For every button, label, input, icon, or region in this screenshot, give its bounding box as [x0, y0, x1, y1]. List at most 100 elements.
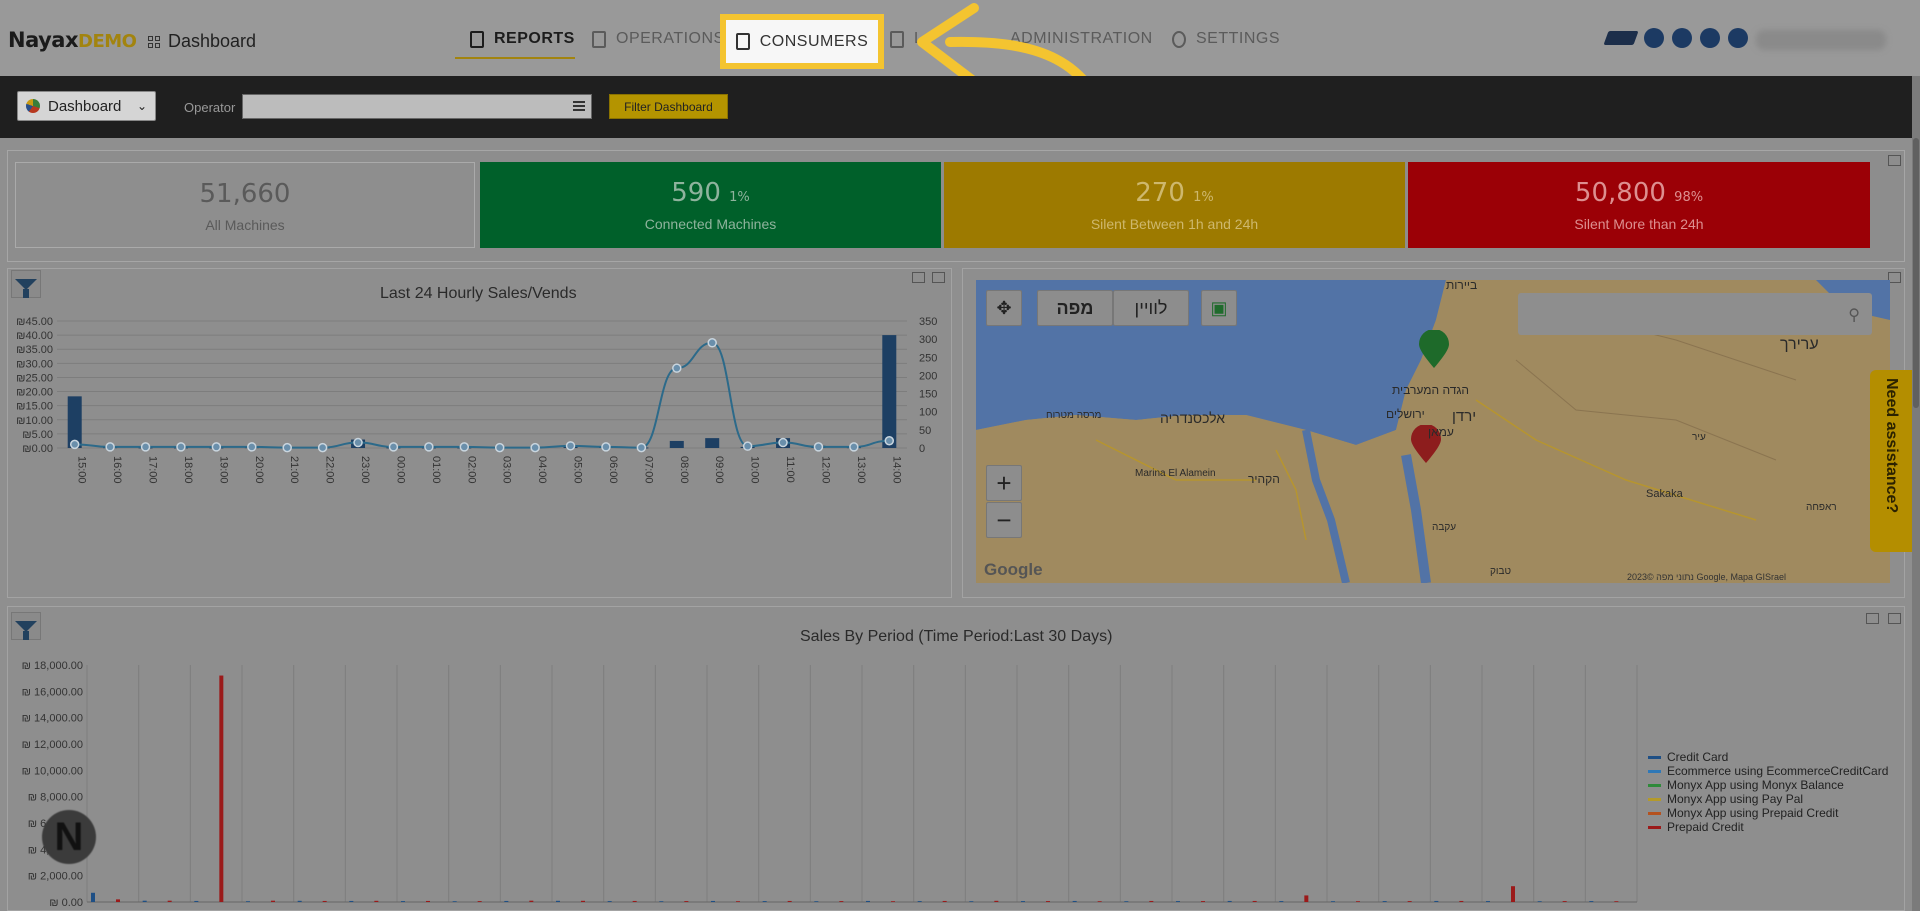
x-tick-label: 11:00 — [784, 456, 796, 483]
map-search-input[interactable]: ⚲ — [1518, 293, 1872, 335]
hourly-vends-point — [105, 442, 115, 452]
hourly-bar — [669, 440, 684, 448]
legend-item[interactable]: Monyx App using Prepaid Credit — [1648, 806, 1888, 820]
dashboard-breadcrumb[interactable]: Dashboard — [148, 31, 256, 52]
period-bar — [322, 900, 327, 902]
period-bar — [1589, 901, 1594, 902]
x-tick-label: 17:00 — [147, 456, 159, 484]
period-bar — [839, 901, 844, 902]
period-bar — [1562, 901, 1567, 902]
operations-icon — [592, 30, 606, 48]
download-icon[interactable] — [1888, 155, 1901, 166]
legend-swatch — [1648, 825, 1661, 829]
search-icon[interactable] — [1672, 28, 1692, 48]
period-bar — [866, 900, 870, 902]
legend-item[interactable]: Monyx App using Pay Pal — [1648, 792, 1888, 806]
x-tick-label: 06:00 — [607, 456, 619, 484]
x-tick-label: 19:00 — [217, 456, 229, 484]
funnel-icon — [15, 620, 37, 640]
nayax-n-logo[interactable]: N — [42, 810, 96, 864]
flask-icon[interactable] — [1644, 28, 1664, 48]
operator-input[interactable] — [242, 94, 592, 119]
nav-settings[interactable]: SETTINGS — [1172, 30, 1280, 48]
kpi-silent-1h-24h[interactable]: 270 1% Silent Between 1h and 24h — [944, 162, 1405, 248]
list-icon[interactable] — [573, 101, 585, 111]
save-icon[interactable]: ▣ — [1201, 290, 1237, 326]
x-tick-label: 07:00 — [642, 456, 654, 484]
y-tick: ₪ 12,000.00 — [22, 739, 83, 751]
period-bar — [1511, 886, 1515, 902]
clock-icon[interactable] — [1728, 28, 1748, 48]
legend-item[interactable]: Prepaid Credit — [1648, 820, 1888, 834]
zoom-out-button[interactable]: − — [986, 502, 1022, 538]
period-bar — [711, 900, 715, 902]
period-bar — [529, 900, 534, 902]
period-bar — [194, 900, 199, 902]
legend-label: Credit Card — [1667, 750, 1729, 764]
x-tick-label: 05:00 — [572, 456, 584, 484]
period-bar — [1486, 901, 1490, 902]
filter-dashboard-button[interactable]: Filter Dashboard — [609, 94, 728, 119]
x-tick-label: 03:00 — [501, 456, 513, 484]
kpi-all-machines[interactable]: 51,660 All Machines — [15, 162, 475, 248]
period-bar — [969, 901, 974, 902]
legend-item[interactable]: Monyx App using Monyx Balance — [1648, 778, 1888, 792]
map-type-map-button[interactable]: מפה — [1037, 290, 1113, 326]
period-bar — [1046, 901, 1050, 902]
x-tick-label: 18:00 — [182, 456, 194, 484]
chevron-down-icon: ⌄ — [136, 99, 147, 113]
legend-label: Prepaid Credit — [1667, 820, 1744, 834]
user-menu[interactable] — [1756, 30, 1886, 50]
download-icon[interactable] — [932, 272, 945, 283]
period-bar — [167, 900, 172, 902]
dashboard-select[interactable]: Dashboard ⌄ — [17, 91, 156, 121]
google-logo: Google — [984, 560, 1043, 579]
sales-by-period-chart: ₪ 0.00₪ 2,000.00₪ 4,000.00₪ 6,000.00₪ 8,… — [22, 660, 1638, 909]
period-bar — [1124, 901, 1129, 902]
graduation-cap-icon[interactable] — [1603, 31, 1639, 45]
y-tick: ₪ 18,000.00 — [22, 660, 83, 672]
period-bar — [1176, 901, 1180, 902]
legend-swatch — [1648, 811, 1661, 815]
x-tick-label: 10:00 — [749, 456, 761, 484]
map-pin-green[interactable] — [1414, 330, 1454, 370]
y-tick-right: 100 — [919, 407, 937, 419]
hourly-vends-line — [74, 341, 890, 449]
page-scrollbar[interactable] — [1912, 76, 1920, 911]
kpi-connected-machines[interactable]: 590 1% Connected Machines — [480, 162, 941, 248]
period-bar — [1097, 901, 1102, 902]
period-filter-button[interactable] — [11, 612, 41, 640]
y-tick-right: 200 — [919, 370, 937, 382]
kpi-silent-over-24h[interactable]: 50,800 98% Silent More than 24h — [1408, 162, 1870, 248]
zoom-in-button[interactable]: + — [986, 465, 1022, 501]
nav-reports[interactable]: REPORTS — [470, 30, 575, 48]
funnel-icon — [15, 278, 37, 298]
search-icon: ⚲ — [1848, 307, 1860, 324]
hourly-filter-button[interactable] — [11, 270, 41, 298]
globe-icon[interactable] — [1700, 28, 1720, 48]
period-bar — [401, 901, 405, 902]
expand-icon[interactable] — [1866, 613, 1879, 624]
x-tick-label: 08:00 — [678, 456, 690, 484]
period-bar — [581, 900, 585, 902]
brand-logo[interactable]: NayaxDEMO — [8, 28, 137, 52]
y-tick-right: 0 — [919, 443, 925, 455]
need-assistance-tab[interactable]: Need assistance? — [1870, 370, 1912, 552]
legend-item[interactable]: Ecommerce using EcommerceCreditCard — [1648, 764, 1888, 778]
legend-item[interactable]: Credit Card — [1648, 750, 1888, 764]
expand-icon[interactable] — [912, 272, 925, 283]
period-bar — [349, 900, 354, 902]
move-icon[interactable]: ✥ — [986, 290, 1022, 326]
y-tick-left: ₪10.00 — [16, 415, 53, 427]
nav-consumers[interactable]: CONSUMERS — [726, 20, 878, 63]
nav-operations[interactable]: OPERATIONS — [592, 30, 725, 48]
period-bar — [762, 901, 767, 902]
download-icon[interactable] — [1888, 613, 1901, 624]
legend-swatch — [1648, 755, 1661, 759]
map-type-satellite-button[interactable]: לוויין — [1113, 290, 1189, 326]
period-bar — [1407, 901, 1412, 902]
x-tick-label: 13:00 — [855, 456, 867, 484]
period-bar — [504, 900, 509, 902]
x-tick-label: 21:00 — [288, 456, 300, 484]
hourly-bar — [882, 335, 897, 448]
